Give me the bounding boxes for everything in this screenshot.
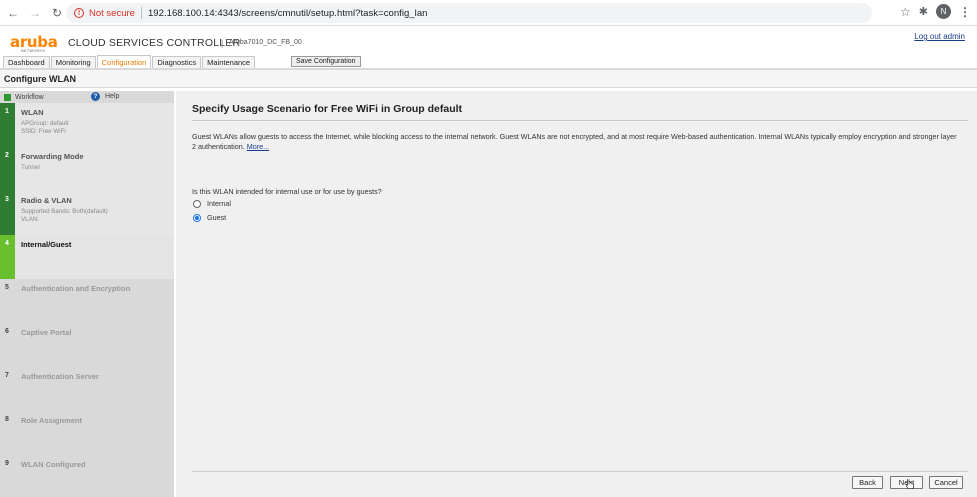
product-name: CLOUD SERVICES CONTROLLER xyxy=(68,37,241,49)
page-title-bar: Configure WLAN xyxy=(0,70,977,88)
step-detail: Tunnel xyxy=(21,164,40,171)
step-number: 1 xyxy=(0,103,15,147)
tab-diagnostics[interactable]: Diagnostics xyxy=(152,56,202,68)
step-number: 5 xyxy=(5,284,9,291)
step-name: WLAN xyxy=(21,108,44,117)
profile-avatar[interactable]: N xyxy=(936,4,951,19)
step-radio-vlan[interactable]: 3 Radio & VLAN Supported Bands: Both(def… xyxy=(0,191,174,235)
option-internal[interactable]: Internal xyxy=(193,199,231,208)
workflow-steps: 1 WLAN APGroup: default SSID: Free WiFi … xyxy=(0,103,174,497)
browser-actions: ☆ ✱ N ⋮ xyxy=(900,4,971,19)
step-wlan-configured[interactable]: 9 WLAN Configured xyxy=(0,455,174,497)
step-role-assignment[interactable]: 8 Role Assignment xyxy=(0,411,174,455)
step-name: Authentication and Encryption xyxy=(21,284,131,293)
step-number: 8 xyxy=(5,416,9,423)
workflow-header: Workflow ? Help xyxy=(0,91,174,103)
step-name: Radio & VLAN xyxy=(21,196,72,205)
step-forwarding-mode[interactable]: 2 Forwarding Mode Tunnel xyxy=(0,147,174,191)
step-detail: SSID: Free WiFi xyxy=(21,128,66,135)
step-authentication-server[interactable]: 7 Authentication Server xyxy=(0,367,174,411)
help-icon[interactable]: ? xyxy=(91,92,100,101)
step-number: 3 xyxy=(0,191,15,235)
url-text[interactable]: 192.168.100.14:4343/screens/cmnutil/setu… xyxy=(148,8,428,19)
tab-maintenance[interactable]: Maintenance xyxy=(202,56,256,68)
internal-label[interactable]: Internal xyxy=(207,199,231,208)
wizard-content: Specify Usage Scenario for Free WiFi in … xyxy=(192,103,968,222)
step-number: 9 xyxy=(5,460,9,467)
step-captive-portal[interactable]: 6 Captive Portal xyxy=(0,323,174,367)
internal-radio[interactable] xyxy=(193,199,201,208)
step-name: WLAN Configured xyxy=(21,460,86,469)
back-button[interactable]: Back xyxy=(852,476,883,489)
guest-label[interactable]: Guest xyxy=(207,213,226,222)
hand-cursor-icon xyxy=(906,479,914,489)
step-detail: APGroup: default xyxy=(21,120,69,127)
step-authentication-encryption[interactable]: 5 Authentication and Encryption xyxy=(0,279,174,323)
help-label[interactable]: Help xyxy=(105,93,119,100)
guest-radio[interactable] xyxy=(193,213,201,222)
step-number: 4 xyxy=(0,235,15,279)
step-name: Captive Portal xyxy=(21,328,72,337)
app-header: aruba NETWORKS CLOUD SERVICES CONTROLLER… xyxy=(0,27,977,55)
description-text: Guest WLANs allow guests to access the I… xyxy=(192,132,957,151)
page-title: Configure WLAN xyxy=(4,74,76,84)
more-menu-icon[interactable]: ⋮ xyxy=(959,5,971,19)
security-label[interactable]: Not secure xyxy=(89,8,135,19)
more-link[interactable]: More... xyxy=(247,142,269,151)
main-panel: Specify Usage Scenario for Free WiFi in … xyxy=(176,91,977,497)
step-detail: VLAN: xyxy=(21,216,39,223)
step-name: Internal/Guest xyxy=(21,240,72,249)
warning-icon[interactable]: ! xyxy=(74,8,84,18)
step-wlan[interactable]: 1 WLAN APGroup: default SSID: Free WiFi xyxy=(0,103,174,147)
address-bar[interactable]: ! Not secure 192.168.100.14:4343/screens… xyxy=(66,3,872,23)
step-number: 7 xyxy=(5,372,9,379)
tab-monitoring[interactable]: Monitoring xyxy=(50,56,96,68)
option-guest[interactable]: Guest xyxy=(193,213,226,222)
arrow-right-icon[interactable]: → xyxy=(26,4,44,22)
tab-configuration[interactable]: Configuration xyxy=(96,55,152,68)
logout-link[interactable]: Log out admin xyxy=(914,32,965,41)
step-name: Role Assignment xyxy=(21,416,82,425)
browser-toolbar: ← → ↻ ! Not secure 192.168.100.14:4343/s… xyxy=(0,0,977,26)
aruba-logo-sub: NETWORKS xyxy=(21,49,46,53)
step-internal-guest[interactable]: 4 Internal/Guest xyxy=(0,235,174,279)
extensions-icon[interactable]: ✱ xyxy=(919,5,928,18)
tab-dashboard[interactable]: Dashboard xyxy=(3,56,50,68)
star-icon[interactable]: ☆ xyxy=(900,5,911,19)
workflow-icon xyxy=(4,93,11,101)
section-heading: Specify Usage Scenario for Free WiFi in … xyxy=(192,103,968,121)
step-name: Authentication Server xyxy=(21,372,99,381)
arrow-left-icon[interactable]: ← xyxy=(4,4,22,22)
step-number: 6 xyxy=(5,328,9,335)
header-separator: | xyxy=(221,38,224,48)
workflow-label[interactable]: Workflow xyxy=(15,94,44,101)
url-separator xyxy=(140,7,142,19)
reload-icon[interactable]: ↻ xyxy=(48,4,66,22)
step-detail: Supported Bands: Both(default) xyxy=(21,208,108,215)
main-tabs: Dashboard Monitoring Configuration Diagn… xyxy=(3,55,256,68)
step-name: Forwarding Mode xyxy=(21,152,84,161)
save-configuration-button[interactable]: Save Configuration xyxy=(291,56,361,67)
step-number: 2 xyxy=(0,147,15,191)
footer-divider xyxy=(192,471,968,472)
cancel-button[interactable]: Cancel xyxy=(929,476,963,489)
section-description: Guest WLANs allow guests to access the I… xyxy=(192,132,962,152)
usage-question: Is this WLAN intended for internal use o… xyxy=(192,187,382,196)
controller-hostname: Aruba7010_DC_FB_00 xyxy=(229,39,302,46)
